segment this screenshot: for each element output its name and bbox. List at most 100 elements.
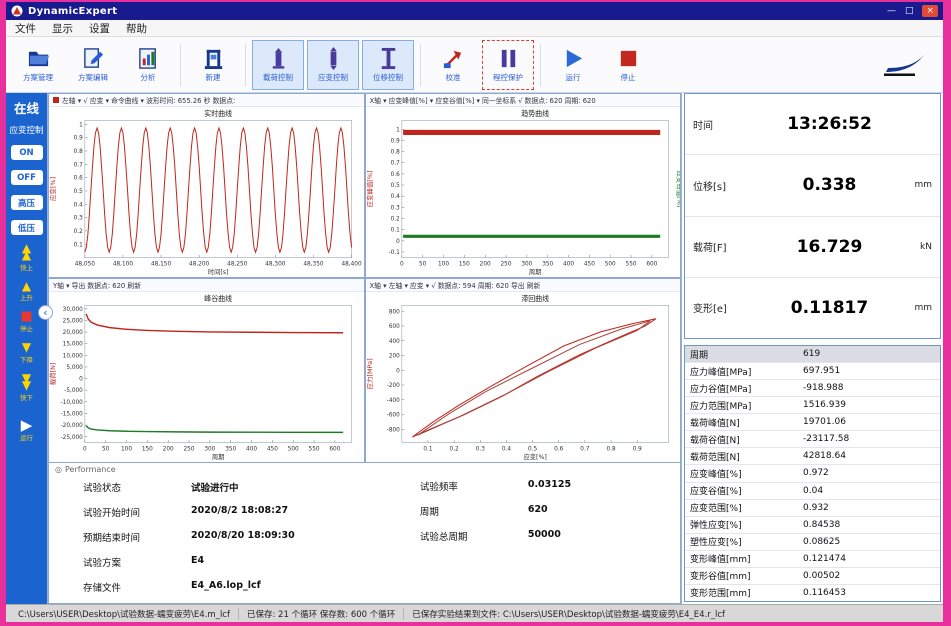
reading-label: 变形[e]: [693, 300, 753, 315]
chart-toolbar-text: 左轴 ▾ √ 应变 ▾ 命令曲线 ▾ 波形时间: 655.26 秒 数据点:: [62, 95, 235, 105]
svg-text:0.1: 0.1: [390, 228, 399, 234]
toolbar-button-manage[interactable]: 方案管理: [12, 40, 64, 90]
toolbar-button-stop[interactable]: 停止: [602, 40, 654, 90]
down-icon: ▼: [22, 344, 31, 351]
svg-text:0.8: 0.8: [74, 149, 83, 155]
status-bar: C:\Users\USER\Desktop\试验数据-蠕变疲劳\E4.m_lcf…: [6, 604, 943, 622]
toolbar-button-new[interactable]: 新建: [187, 40, 239, 90]
result-name: 应变谷值[%]: [685, 484, 803, 497]
toolbar-button-mode-load[interactable]: 载荷控制: [252, 40, 304, 90]
svg-text:48,300: 48,300: [265, 262, 285, 268]
sidebar-button[interactable]: ON: [11, 145, 43, 160]
maximize-button[interactable]: □: [905, 5, 914, 17]
performance-field: 试验开始时间2020/8/2 18:08:27: [83, 505, 408, 519]
svg-text:0.9: 0.9: [74, 136, 83, 142]
reading-unit: mm: [906, 180, 932, 190]
field-value: 0.03125: [528, 479, 571, 493]
svg-text:100: 100: [438, 262, 449, 268]
jog-fast-up-button[interactable]: ▲ ▲快上: [20, 245, 33, 272]
field-label: 试验总周期: [420, 529, 528, 543]
jog-run-button[interactable]: ▶运行: [20, 421, 33, 442]
jog-up-button[interactable]: ▲上升: [20, 283, 33, 302]
performance-field: 试验状态试验进行中: [83, 480, 408, 494]
svg-text:时间[s]: 时间[s]: [208, 267, 229, 276]
svg-text:0: 0: [396, 368, 400, 374]
sidebar-button[interactable]: 高压: [11, 195, 43, 210]
performance-left-column: 试验状态试验进行中试验开始时间2020/8/2 18:08:27预期结束时间20…: [55, 474, 408, 599]
connection-status: 在线: [14, 98, 39, 117]
statusbar-result-file: 已保存实验结果到文件: C:\Users\USER\Desktop\试验数据-蠕…: [404, 608, 733, 620]
performance-field: 试验总周期50000: [420, 529, 674, 543]
svg-text:400: 400: [246, 447, 257, 453]
field-label: 周期: [420, 504, 528, 518]
svg-text:周期: 周期: [528, 268, 541, 276]
reading-value: 0.338: [753, 175, 906, 195]
performance-fields: 试验状态试验进行中试验开始时间2020/8/2 18:08:27预期结束时间20…: [55, 474, 674, 599]
toolbar-button-mode-strain[interactable]: 应变控制: [307, 40, 359, 90]
jog-down-button[interactable]: ▼下降: [20, 344, 33, 363]
toolbar: 方案管理方案编辑分析新建载荷控制应变控制位移控制校准程控保护运行停止: [6, 37, 943, 93]
close-button[interactable]: ×: [922, 5, 938, 17]
jog-stop-button[interactable]: ■停止: [20, 313, 33, 333]
field-value: 2020/8/20 18:09:30: [191, 530, 295, 544]
stop-icon: [617, 47, 640, 70]
jog-fast-down-button[interactable]: ▼ ▼快下: [20, 375, 33, 402]
svg-text:-25,000: -25,000: [61, 435, 84, 441]
menu-item[interactable]: 帮助: [126, 21, 147, 36]
live-reading-row: 时间13:26:52: [685, 94, 940, 155]
result-name: 载荷谷值[N]: [685, 433, 803, 446]
svg-text:-800: -800: [386, 427, 399, 433]
sidebar-button[interactable]: OFF: [11, 170, 43, 185]
svg-text:-15,000: -15,000: [61, 411, 84, 417]
minimize-button[interactable]: —: [887, 5, 896, 17]
performance-right-column: 试验频率0.03125周期620试验总周期50000: [408, 474, 674, 599]
toolbar-button-mode-disp[interactable]: 位移控制: [362, 40, 414, 90]
menu-item[interactable]: 设置: [89, 21, 110, 36]
toolbar-button-protect[interactable]: 程控保护: [482, 40, 534, 90]
result-name: 应力范围[MPa]: [685, 399, 803, 412]
chart-toolbar[interactable]: 左轴 ▾ √ 应变 ▾ 命令曲线 ▾ 波形时间: 655.26 秒 数据点:: [49, 94, 364, 107]
toolbar-button-edit[interactable]: 方案编辑: [67, 40, 119, 90]
field-label: 试验开始时间: [83, 505, 191, 519]
svg-text:0.1: 0.1: [74, 242, 83, 248]
sidebar-button[interactable]: 低压: [11, 220, 43, 235]
statusbar-current-file: C:\Users\USER\Desktop\试验数据-蠕变疲劳\E4.m_lcf: [10, 608, 239, 620]
svg-text:0.9: 0.9: [632, 447, 641, 453]
reading-label: 时间: [693, 117, 753, 132]
screen-frame: DynamicExpert —□× 文件显示设置帮助 方案管理方案编辑分析新建载…: [0, 0, 951, 626]
toolbar-button-calibrate[interactable]: 校准: [427, 40, 479, 90]
svg-text:0.8: 0.8: [606, 447, 615, 453]
svg-text:0.7: 0.7: [390, 161, 399, 167]
result-value: 0.932: [803, 503, 940, 513]
mode-load-icon: [267, 47, 290, 70]
svg-text:0.3: 0.3: [74, 216, 83, 222]
svg-text:300: 300: [521, 262, 532, 268]
field-value: 试验进行中: [191, 480, 239, 494]
svg-text:0.5: 0.5: [74, 189, 83, 195]
svg-text:0: 0: [399, 262, 403, 268]
menu-item[interactable]: 文件: [15, 21, 36, 36]
result-row: 变形峰值[mm]0.121474: [685, 551, 940, 568]
svg-text:300: 300: [204, 447, 215, 453]
jog-label: 停止: [20, 323, 33, 333]
chart-toolbar[interactable]: X轴 ▾ 左轴 ▾ 应变 ▾ √ 数据点: 594 周期: 620 导出 刷新: [366, 279, 681, 292]
svg-text:600: 600: [388, 324, 399, 330]
reading-value: 13:26:52: [753, 114, 906, 134]
svg-text:15,000: 15,000: [63, 342, 83, 348]
fast-up-icon: ▲ ▲: [22, 245, 31, 260]
chart-toolbar[interactable]: Y轴 ▾ 导出 数据点: 620 刷新: [49, 279, 364, 292]
result-row: 载荷谷值[N]-23117.58: [685, 431, 940, 448]
svg-text:48,400: 48,400: [341, 262, 361, 268]
result-row: 应力谷值[MPa]-918.988: [685, 380, 940, 397]
chart-toolbar[interactable]: X轴 ▾ 应变峰值[%] ▾ 应变谷值[%] ▾ 同一坐标系 √ 数据点: 62…: [366, 94, 681, 107]
toolbar-separator: [180, 44, 181, 86]
toolbar-buttons: 方案管理方案编辑分析新建载荷控制应变控制位移控制校准程控保护运行停止: [12, 40, 654, 90]
result-value: 0.121474: [803, 554, 940, 564]
collapse-sidebar-button[interactable]: ‹: [38, 305, 53, 320]
result-row: 弹性应变[%]0.84538: [685, 517, 940, 534]
result-name: 载荷峰值[N]: [685, 416, 803, 429]
result-row: 载荷峰值[N]19701.06: [685, 414, 940, 431]
toolbar-button-analyze[interactable]: 分析: [122, 40, 174, 90]
toolbar-button-run[interactable]: 运行: [547, 40, 599, 90]
menu-item[interactable]: 显示: [52, 21, 73, 36]
